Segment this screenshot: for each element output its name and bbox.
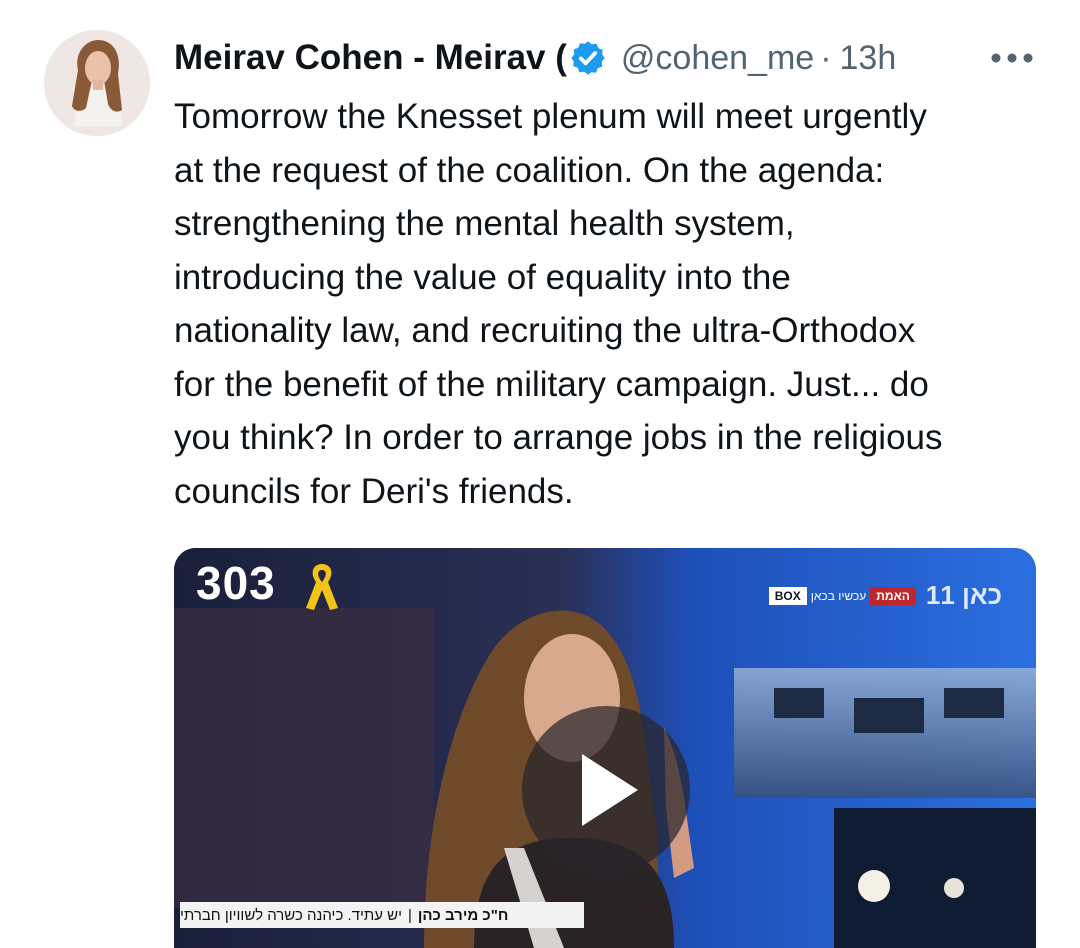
play-icon <box>582 754 638 826</box>
lower-third-name: ח"כ מירב כהן <box>417 906 509 924</box>
tweet-body: Tomorrow the Knesset plenum will meet ur… <box>174 97 943 511</box>
broadcaster-bug: BOX עכשיו בכאן האמת כאן 11 <box>768 580 1002 611</box>
header-separator: · <box>820 38 832 77</box>
author-avatar[interactable] <box>44 30 150 136</box>
lower-third-text: יש עתיד. כיהנה כשרה לשוויון חברתי <box>180 906 402 924</box>
lower-third-divider: | <box>407 906 412 924</box>
video-player[interactable]: 303 BOX עכשיו בכאן האמת כאן 11 ח"כ מירב … <box>174 548 1036 948</box>
lower-third-caption: ח"כ מירב כהן | יש עתיד. כיהנה כשרה לשווי… <box>180 902 584 928</box>
hostage-day-counter: 303 <box>196 557 276 609</box>
more-horizontal-icon[interactable] <box>990 52 1034 64</box>
verified-badge-icon <box>571 41 605 75</box>
station-logo: כאן 11 <box>925 580 1002 610</box>
author-handle[interactable]: @cohen_me <box>621 39 814 78</box>
tweet-timestamp[interactable]: 13h <box>840 39 897 78</box>
yellow-ribbon-icon <box>306 564 338 610</box>
author-name[interactable]: Meirav Cohen - Meirav ( <box>174 38 567 78</box>
station-program-label: האמת <box>870 586 916 605</box>
play-button[interactable] <box>522 706 690 874</box>
station-live-label: עכשיו בכאן <box>810 588 867 603</box>
tweet-header: Meirav Cohen - Meirav ( @cohen_me · 13h <box>174 34 1054 82</box>
station-box-label: BOX <box>768 586 807 605</box>
avatar-portrait <box>44 30 150 136</box>
